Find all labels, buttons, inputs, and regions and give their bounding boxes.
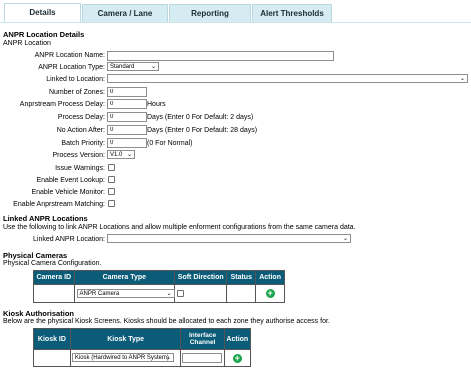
process-delay-label: Process Delay:	[57, 114, 105, 121]
add-camera-icon[interactable]: +	[265, 289, 275, 298]
event-lookup-label: Enable Event Lookup:	[36, 177, 106, 184]
camera-type-value: ANPR Camera	[79, 291, 120, 297]
action-cell: +	[255, 284, 285, 303]
location-type-select[interactable]: Standard ⌄	[107, 62, 159, 71]
kiosk-description: Below are the physical Kiosk Screens. Ki…	[3, 318, 330, 325]
kiosk-id-cell	[33, 349, 71, 367]
col-kiosk-action: Action	[223, 328, 252, 350]
table-row: ANPR Camera ⌄ +	[33, 284, 285, 303]
anprstream-delay-suffix: Hours	[147, 101, 166, 108]
chevron-down-icon: ⌄	[165, 355, 171, 361]
tab-divider	[0, 22, 471, 23]
soft-direction-checkbox[interactable]	[177, 290, 185, 297]
chevron-down-icon: ⌄	[150, 64, 156, 70]
location-name-label: ANPR Location Name:	[34, 52, 105, 59]
chevron-down-icon: ⌄	[459, 76, 465, 82]
zones-label: Number of Zones:	[48, 89, 105, 96]
linked-anpr-label: Linked ANPR Location:	[33, 236, 105, 243]
process-version-value: V1.0	[110, 152, 123, 158]
interface-channel-cell	[180, 349, 225, 367]
event-lookup-checkbox[interactable]	[108, 176, 115, 183]
details-title: ANPR Location Details	[3, 30, 85, 39]
status-cell	[226, 284, 257, 303]
col-action: Action	[255, 270, 285, 285]
process-delay-suffix: Days (Enter 0 For Default: 2 days)	[147, 114, 254, 121]
table-row: Kiosk (Hardwired to ANPR System) ⌄ +	[33, 349, 252, 367]
batch-priority-label: Batch Priority:	[61, 140, 105, 147]
zones-input[interactable]	[107, 87, 147, 97]
col-camera-type: Camera Type	[73, 270, 176, 285]
process-delay-input[interactable]	[107, 112, 147, 122]
anprstream-matching-checkbox[interactable]	[108, 200, 115, 207]
chevron-down-icon: ⌄	[166, 291, 172, 297]
cameras-table: Camera ID Camera Type Soft Direction Sta…	[33, 270, 285, 303]
location-type-value: Standard	[110, 64, 135, 70]
chevron-down-icon: ⌄	[342, 236, 348, 242]
anprstream-delay-label: Anprstream Process Delay:	[19, 101, 105, 108]
vehicle-monitor-checkbox[interactable]	[108, 188, 115, 195]
batch-priority-input[interactable]	[107, 138, 147, 148]
kiosk-action-cell: +	[223, 349, 252, 367]
col-camera-id: Camera ID	[33, 270, 75, 285]
issue-warnings-checkbox[interactable]	[108, 164, 115, 171]
linked-anpr-select[interactable]: ⌄	[107, 234, 351, 243]
linked-location-select[interactable]: ⌄	[107, 74, 468, 83]
interface-channel-input[interactable]	[182, 353, 223, 363]
col-kiosk-id: Kiosk ID	[33, 328, 71, 350]
col-interface-channel: Interface Channel	[180, 328, 225, 350]
col-soft-direction: Soft Direction	[174, 270, 228, 285]
camera-type-select[interactable]: ANPR Camera ⌄	[76, 289, 175, 298]
kiosk-type-value: Kiosk (Hardwired to ANPR System)	[74, 355, 169, 361]
batch-priority-suffix: (0 For Normal)	[147, 140, 193, 147]
linked-section-title: Linked ANPR Locations	[3, 214, 88, 223]
tab-reporting[interactable]: Reporting	[169, 4, 251, 22]
linked-section-description: Use the following to link ANPR Locations…	[3, 224, 356, 231]
location-name-input[interactable]	[107, 51, 334, 61]
location-type-label: ANPR Location Type:	[38, 64, 105, 71]
cameras-title: Physical Cameras	[3, 251, 68, 260]
process-version-select[interactable]: V1.0 ⌄	[107, 150, 135, 159]
no-action-after-label: No Action After:	[56, 127, 105, 134]
kiosk-header-row: Kiosk ID Kiosk Type Interface Channel Ac…	[33, 328, 252, 350]
anprstream-matching-label: Enable Anprstream Matching:	[13, 201, 105, 208]
cameras-subtitle: Physical Camera Configuration.	[3, 260, 102, 267]
add-kiosk-icon[interactable]: +	[232, 353, 242, 363]
kiosk-title: Kiosk Authorisation	[3, 309, 74, 318]
col-status: Status	[226, 270, 257, 285]
tab-camera-lane[interactable]: Camera / Lane	[82, 4, 168, 22]
process-version-label: Process Version:	[52, 152, 105, 159]
tab-bar: Details Camera / Lane Reporting Alert Th…	[0, 0, 471, 23]
tab-details[interactable]: Details	[4, 3, 81, 23]
camera-type-cell: ANPR Camera ⌄	[73, 284, 176, 303]
chevron-down-icon: ⌄	[126, 152, 132, 158]
no-action-after-suffix: Days (Enter 0 For Default: 28 days)	[147, 127, 258, 134]
linked-location-label: Linked to Location:	[46, 76, 105, 83]
no-action-after-input[interactable]	[107, 125, 147, 135]
kiosk-type-cell: Kiosk (Hardwired to ANPR System) ⌄	[69, 349, 182, 367]
vehicle-monitor-label: Enable Vehicle Monitor:	[31, 189, 105, 196]
kiosk-type-select[interactable]: Kiosk (Hardwired to ANPR System) ⌄	[71, 353, 174, 362]
camera-id-cell	[33, 284, 75, 303]
col-kiosk-type: Kiosk Type	[69, 328, 182, 350]
cameras-header-row: Camera ID Camera Type Soft Direction Sta…	[33, 270, 285, 285]
soft-direction-cell	[174, 284, 228, 303]
tab-alert-thresholds[interactable]: Alert Thresholds	[252, 4, 332, 22]
issue-warnings-label: Issue Warnings:	[55, 165, 105, 172]
details-subtitle: ANPR Location	[3, 40, 51, 47]
kiosk-table: Kiosk ID Kiosk Type Interface Channel Ac…	[33, 328, 252, 367]
anprstream-delay-input[interactable]	[107, 99, 147, 109]
